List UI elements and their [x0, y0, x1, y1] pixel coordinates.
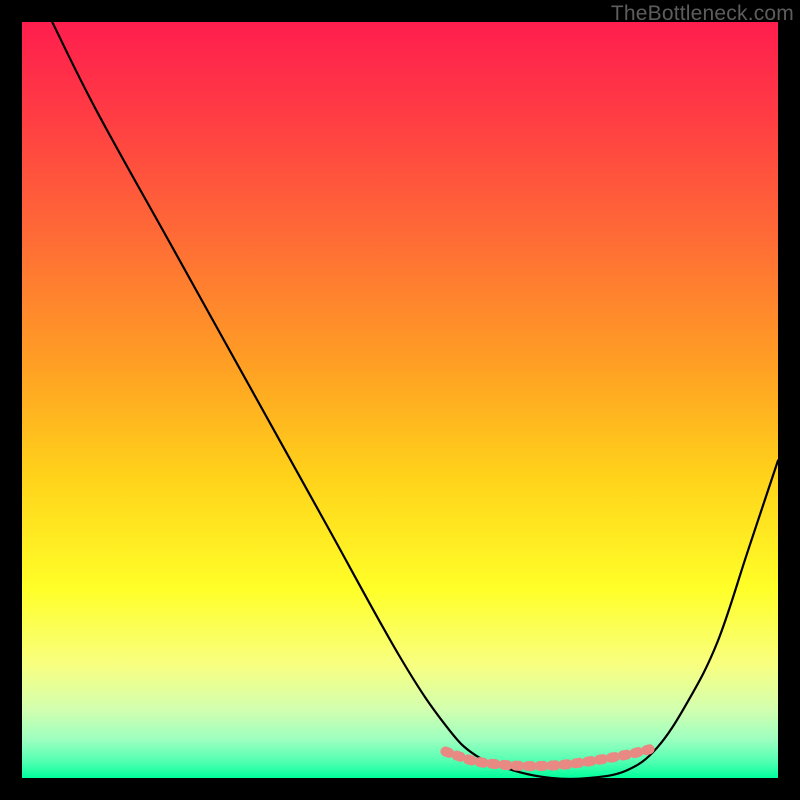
outer-frame	[22, 22, 778, 778]
watermark-text: TheBottleneck.com	[611, 2, 794, 26]
plot-area	[22, 22, 778, 778]
flat-marker	[445, 749, 649, 766]
chart-svg	[22, 22, 778, 778]
main-curve	[52, 22, 778, 778]
